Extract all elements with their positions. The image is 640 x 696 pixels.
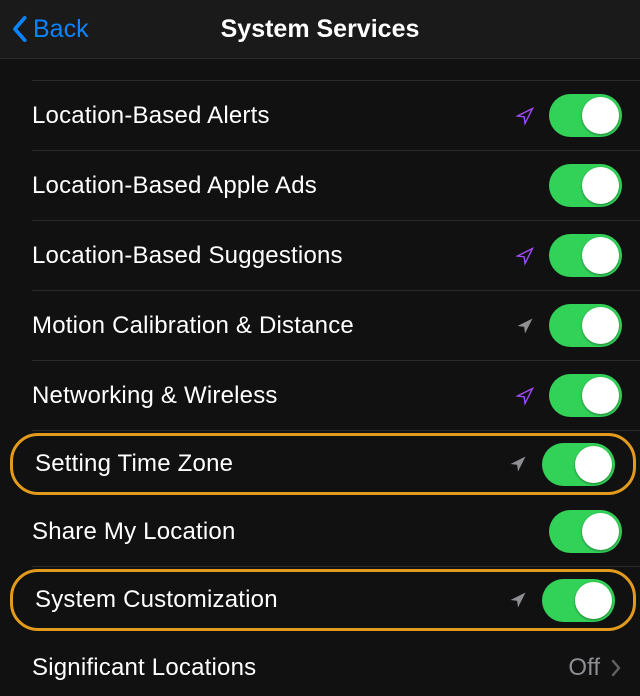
toggle-share-my-location[interactable] xyxy=(549,510,622,553)
row-label: Networking & Wireless xyxy=(32,382,515,410)
back-button[interactable]: Back xyxy=(0,15,89,44)
row-label: Location-Based Alerts xyxy=(32,102,515,130)
row-value: Off xyxy=(568,654,600,682)
row-label: Significant Locations xyxy=(32,654,568,682)
row-label: Location-Based Suggestions xyxy=(32,242,515,270)
row-share-my-location: Share My Location xyxy=(32,497,640,567)
row-significant-locations[interactable]: Significant Locations Off xyxy=(32,633,640,696)
row-label: Share My Location xyxy=(32,518,549,546)
row-label: Motion Calibration & Distance xyxy=(32,312,515,340)
row-networking-wireless: Networking & Wireless xyxy=(32,361,640,431)
row-system-customization: System Customization xyxy=(10,569,636,631)
location-arrow-icon xyxy=(515,106,535,126)
toggle-networking-wireless[interactable] xyxy=(549,374,622,417)
toggle-system-customization[interactable] xyxy=(542,579,615,622)
row-setting-time-zone: Setting Time Zone xyxy=(10,433,636,495)
row-label: Location-Based Apple Ads xyxy=(32,172,549,200)
toggle-location-based-alerts[interactable] xyxy=(549,94,622,137)
page-title: System Services xyxy=(221,15,420,44)
navbar: Back System Services xyxy=(0,0,640,59)
location-arrow-icon xyxy=(515,386,535,406)
list-stub xyxy=(32,59,640,81)
row-label: System Customization xyxy=(35,586,508,614)
row-label: Setting Time Zone xyxy=(35,450,508,478)
chevron-right-icon xyxy=(610,658,622,678)
row-motion-calibration-distance: Motion Calibration & Distance xyxy=(32,291,640,361)
toggle-location-based-apple-ads[interactable] xyxy=(549,164,622,207)
row-location-based-apple-ads: Location-Based Apple Ads xyxy=(32,151,640,221)
location-arrow-icon xyxy=(508,590,528,610)
toggle-setting-time-zone[interactable] xyxy=(542,443,615,486)
location-arrow-icon xyxy=(508,454,528,474)
toggle-motion-calibration-distance[interactable] xyxy=(549,304,622,347)
chevron-left-icon xyxy=(12,15,29,43)
row-location-based-alerts: Location-Based Alerts xyxy=(32,81,640,151)
row-location-based-suggestions: Location-Based Suggestions xyxy=(32,221,640,291)
location-arrow-icon xyxy=(515,246,535,266)
location-arrow-icon xyxy=(515,316,535,336)
toggle-location-based-suggestions[interactable] xyxy=(549,234,622,277)
back-label: Back xyxy=(33,15,89,44)
settings-list: Location-Based Alerts Location-Based App… xyxy=(0,59,640,696)
